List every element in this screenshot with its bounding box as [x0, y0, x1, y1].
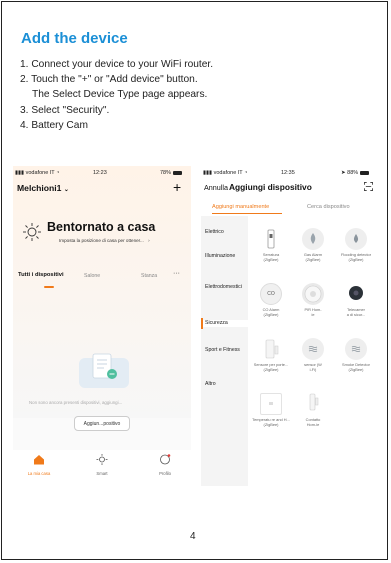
step-3: 3. Select "Security".	[20, 104, 110, 116]
pir-sensor-icon	[302, 283, 324, 305]
instruction-steps: 1. Connect your device to your WiFi rout…	[20, 57, 213, 133]
cancel-button[interactable]: Annulla	[204, 183, 228, 192]
wifi-icon: ◔	[244, 170, 248, 176]
chevron-down-icon: ⌄	[63, 187, 69, 193]
device-smoke-detector[interactable]: Smoke Detector (ZigBee)	[335, 338, 377, 372]
status-time: 12:23	[93, 170, 107, 176]
device-door-lock[interactable]: Serratura (ZigBee)	[250, 228, 292, 262]
device-security-camera[interactable]: Telecamer a di sicur...	[335, 283, 377, 317]
tab-all-devices[interactable]: Tutti i dispositivi	[18, 272, 64, 278]
add-device-cta-button[interactable]: Aggiun...positivo	[74, 416, 130, 431]
tab-salone[interactable]: Salone	[84, 273, 100, 279]
status-battery: ➤ 88%	[341, 170, 370, 176]
home-selector[interactable]: Melchioni1 ⌄	[17, 183, 69, 193]
nav-home[interactable]: La mia casa	[19, 452, 59, 476]
battery-icon	[360, 170, 370, 175]
device-co-alarm[interactable]: CO CO Alarm (ZigBee)	[250, 283, 292, 317]
contact-sensor-icon	[302, 393, 324, 415]
category-sidebar: Elettrico Illuminazione Elettrodomestici…	[201, 216, 248, 486]
category-security[interactable]: Sicurezza	[201, 318, 248, 329]
page-number: 4	[190, 531, 196, 542]
more-icon[interactable]: ···	[173, 270, 180, 277]
phone-screenshot-add-device: ▮▮▮ vodafone IT ◔ 12:35 ➤ 88% Annulla Ag…	[201, 166, 379, 486]
location-arrow-icon: ➤	[341, 170, 346, 176]
status-time: 12:35	[281, 170, 295, 176]
device-temp-humidity[interactable]: Temperatu re and H... (ZigBee)	[250, 393, 292, 427]
thermometer-icon	[260, 393, 282, 415]
nav-smart[interactable]: Smart	[82, 452, 122, 476]
bottom-nav: La mia casa Smart Profilo	[13, 450, 191, 486]
profile-icon	[160, 454, 171, 465]
phone-screenshot-home: ▮▮▮ vodafone IT ◔ 12:23 78% Melchioni1 ⌄…	[13, 166, 191, 486]
wifi-icon: ◔	[56, 170, 60, 176]
status-battery: 78%	[160, 170, 183, 176]
device-contact-sensor[interactable]: Contatto Hom-ie	[292, 393, 334, 427]
smart-sun-icon	[96, 454, 108, 465]
empty-devices-illustration	[79, 353, 129, 388]
category-electric[interactable]: Elettrico	[201, 229, 248, 236]
location-prompt[interactable]: Imposta la posizione di casa per ottener…	[59, 238, 150, 243]
active-tab-indicator	[212, 213, 282, 214]
tab-search-device[interactable]: Cerca dispositivo	[307, 204, 350, 210]
step-1: 1. Connect your device to your WiFi rout…	[20, 59, 214, 70]
sun-icon	[23, 223, 41, 241]
category-other[interactable]: Altro	[201, 381, 248, 388]
door-sensor-icon	[260, 338, 282, 360]
device-wifi-sensor[interactable]: sensor (W i-Fi)	[292, 338, 334, 372]
add-device-button[interactable]: +	[173, 179, 181, 195]
co-alarm-icon: CO	[260, 283, 282, 305]
smoke-detector-icon	[345, 338, 367, 360]
water-drop-icon	[345, 228, 367, 250]
welcome-heading: Bentornato a casa	[47, 220, 156, 234]
nav-profile[interactable]: Profilo	[145, 452, 185, 476]
step-4: 4. Battery Cam	[20, 119, 88, 131]
empty-state-text: Non sono ancora presenti dispositivi, ag…	[29, 400, 123, 405]
manual-page: Add the device 1. Connect your device to…	[0, 0, 391, 563]
chevron-right-icon: ›	[148, 238, 150, 243]
gas-alarm-icon	[302, 228, 324, 250]
category-appliances[interactable]: Elettrodomestici	[201, 284, 248, 291]
tab-add-manually[interactable]: Aggiungi manualmente	[212, 204, 269, 210]
home-icon	[34, 455, 44, 465]
signal-icon: ▮▮▮	[203, 170, 213, 176]
category-lighting[interactable]: Illuminazione	[201, 253, 248, 260]
status-carrier: ▮▮▮ vodafone IT ◔	[203, 170, 248, 176]
device-flood-detector[interactable]: Flooding detector (ZigBee)	[335, 228, 377, 262]
camera-icon	[345, 283, 367, 305]
device-door-sensor[interactable]: Sensore per porte... (ZigBee)	[250, 338, 292, 372]
sensor-waves-icon	[302, 338, 324, 360]
screen-title: Aggiungi dispositivo	[229, 182, 312, 192]
active-tab-indicator	[44, 286, 54, 288]
step-2: 2. Touch the "+" or "Add device" button.	[20, 74, 198, 86]
battery-icon	[173, 170, 183, 175]
device-pir-sensor[interactable]: PIR Hom-ie	[292, 283, 334, 317]
status-carrier: ▮▮▮ vodafone IT ◔	[15, 170, 60, 176]
tab-stanza[interactable]: Stanza	[141, 273, 157, 279]
section-title: Add the device	[21, 30, 128, 47]
step-2-note: The Select Device Type page appears.	[32, 89, 208, 101]
category-sport[interactable]: Sport e Fitness	[201, 347, 248, 354]
device-gas-alarm[interactable]: Gas Alarm (ZigBee)	[292, 228, 334, 262]
scan-icon[interactable]	[364, 182, 373, 191]
door-lock-icon	[260, 228, 282, 250]
signal-icon: ▮▮▮	[15, 170, 25, 176]
